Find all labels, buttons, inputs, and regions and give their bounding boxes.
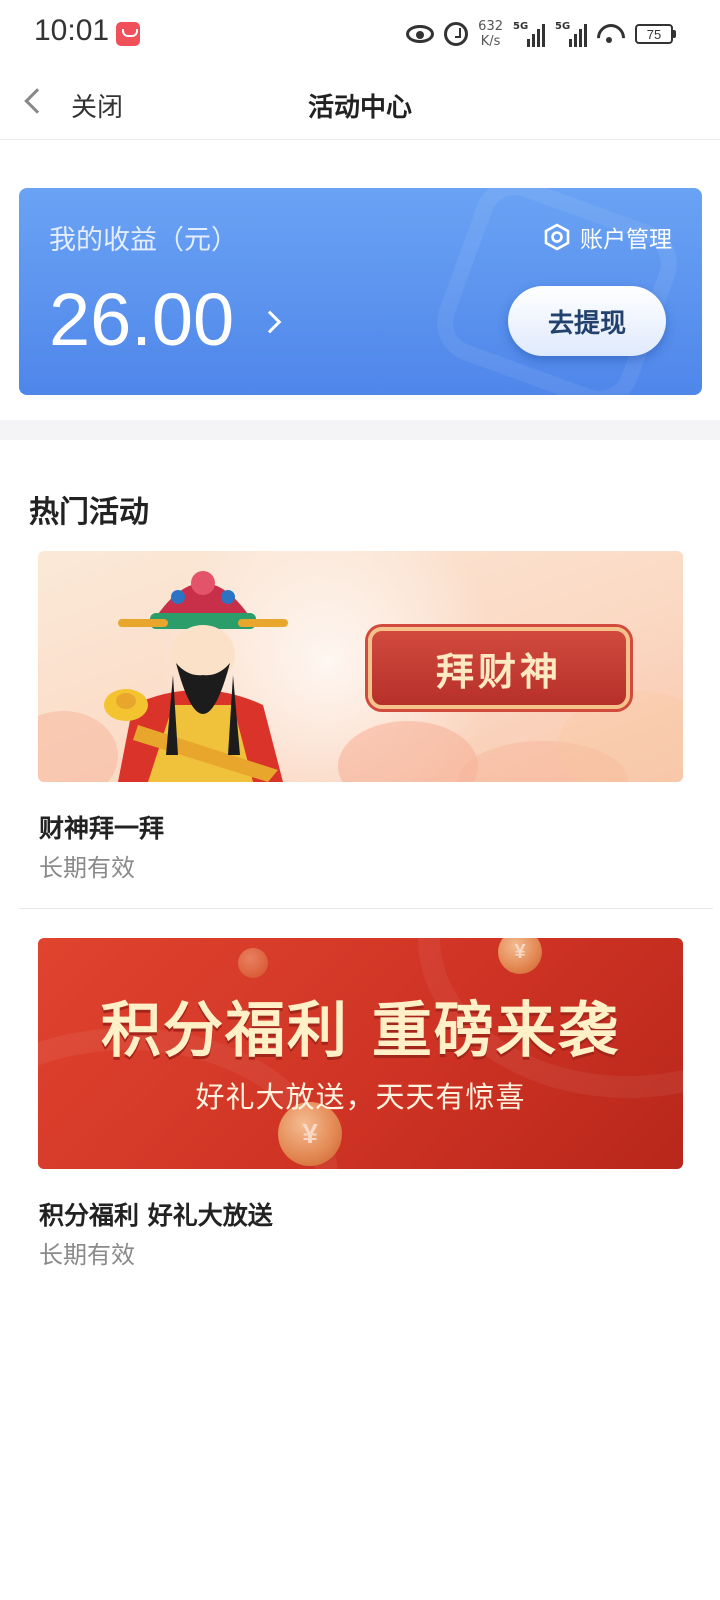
account-manage-link[interactable]: 账户管理 — [544, 220, 672, 254]
battery-icon: 75 — [635, 24, 676, 44]
activity-name: 积分福利 好礼大放送 — [39, 1201, 273, 1230]
banner-subtitle: 好礼大放送，天天有惊喜 — [195, 1080, 526, 1114]
earnings-label: 我的收益（元） — [49, 225, 238, 256]
earnings-amount-row[interactable]: 26.00 — [49, 278, 282, 361]
account-manage-label: 账户管理 — [580, 227, 672, 253]
battery-level: 75 — [635, 24, 673, 44]
section-divider — [0, 420, 720, 440]
network-speed-unit: K/s — [480, 34, 501, 49]
activity-validity: 长期有效 — [39, 1241, 135, 1269]
alarm-clock-icon — [444, 22, 469, 46]
god-of-wealth-illustration — [104, 571, 288, 782]
shopping-bag-notification-icon — [116, 22, 140, 46]
status-indicators: 632 K/s 5G 5G 75 — [406, 16, 676, 52]
chevron-right-icon — [258, 310, 282, 334]
network-speed: 632 K/s — [478, 19, 503, 49]
activity-banner-caishen[interactable]: 拜财神 — [38, 551, 683, 782]
hexagon-settings-icon — [544, 223, 570, 251]
wifi-icon — [597, 22, 625, 46]
cellular-signal-icon: 5G — [513, 21, 545, 47]
earnings-card: 我的收益（元） 账户管理 26.00 去提现 — [19, 188, 702, 395]
status-bar: 10:01 632 K/s 5G 5G 75 — [0, 0, 720, 70]
page-title: 活动中心 — [307, 93, 412, 123]
item-divider — [19, 908, 713, 909]
activity-banner-points[interactable]: ¥ ¥ 积分福利 重磅来袭 好礼大放送，天天有惊喜 — [38, 938, 683, 1169]
cellular-signal-icon: 5G — [555, 21, 587, 47]
earnings-amount: 26.00 — [49, 278, 235, 361]
activity-validity: 长期有效 — [39, 854, 135, 882]
status-time: 10:01 — [34, 14, 110, 47]
eye-icon — [406, 25, 435, 43]
withdraw-button[interactable]: 去提现 — [508, 286, 666, 356]
signal-2-label: 5G — [555, 21, 571, 32]
section-title: 热门活动 — [29, 495, 149, 530]
signal-1-label: 5G — [513, 21, 529, 32]
activity-name: 财神拜一拜 — [39, 814, 165, 843]
network-speed-value: 632 — [478, 19, 503, 34]
banner-headline: 积分福利 重磅来袭 — [101, 996, 620, 1066]
banner-badge: 拜财神 — [368, 627, 630, 709]
navigation-bar: 关闭 活动中心 — [0, 70, 720, 140]
